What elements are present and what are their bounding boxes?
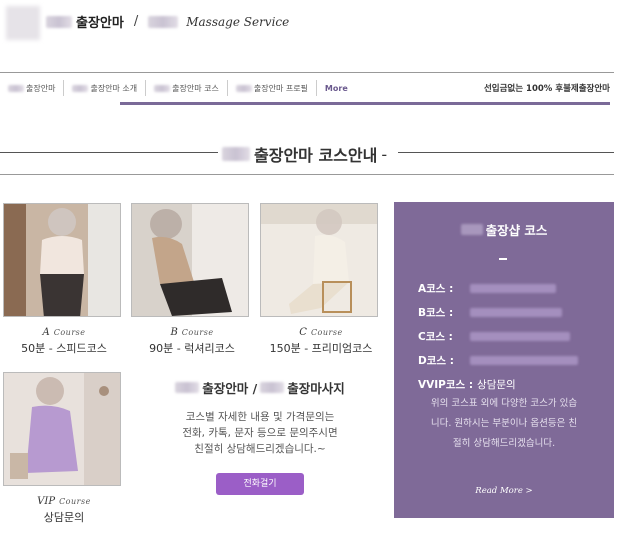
blurred-nav-prefix: [235, 84, 252, 92]
nav-item-label: 출장안마 프로필: [253, 83, 308, 93]
course-photo-c[interactable]: [260, 203, 378, 317]
panel-desc-line-3: 절히 상담해드리겠습니다.: [452, 438, 556, 449]
panel-price-list: A코스 : B코스 : C코스 : D코스 : VVIP코스 : 상담문의: [418, 276, 608, 396]
course-desc: 상담문의: [43, 511, 85, 524]
blurred-price: [470, 355, 578, 365]
course-photo-vip[interactable]: [3, 372, 121, 486]
price-label: C코스 :: [418, 330, 453, 343]
call-button[interactable]: 전화걸기: [216, 473, 304, 495]
course-desc: 150분 - 프리미엄코스: [269, 342, 373, 355]
section-title: 출장안마 코스안내 -: [222, 142, 387, 166]
course-desc: 90분 - 럭셔리코스: [149, 342, 235, 355]
brand-title: 출장안마 / Massage Service: [46, 12, 289, 31]
nav-item-home[interactable]: 출장안마: [0, 80, 65, 96]
panel-dash: [499, 258, 507, 260]
price-row-vvip: VVIP코스 : 상담문의: [418, 372, 608, 396]
read-more-link[interactable]: Read More >: [394, 486, 614, 496]
course-word: Course: [59, 497, 91, 506]
course-caption-vip: VIP Course 상담문의: [3, 489, 125, 525]
blurred-info-prefix: [175, 382, 200, 393]
contact-info: 출장안마 / 출장마사지 코스별 자세한 내용 및 가격문의는 전화, 카톡, …: [140, 378, 380, 495]
info-line-2: 전화, 카톡, 문자 등으로 문의주시면: [182, 427, 338, 439]
panel-title-text: 출장샵 코스: [485, 223, 548, 238]
price-row-b: B코스 :: [418, 300, 608, 324]
blurred-nav-prefix: [72, 84, 89, 92]
info-line-3: 친절히 상담해드리겠습니다.~: [194, 443, 326, 455]
price-row-c: C코스 :: [418, 324, 608, 348]
brand-slash: /: [133, 14, 139, 29]
course-word: Course: [53, 328, 86, 337]
blurred-title-prefix: [222, 147, 250, 161]
price-label: VVIP코스 :: [418, 378, 474, 391]
price-label: A코스 :: [418, 282, 454, 295]
course-photo-b[interactable]: [131, 203, 249, 317]
nav-item-intro[interactable]: 출장안마 소개: [64, 80, 147, 96]
blurred-price: [470, 283, 556, 293]
blurred-nav-prefix: [8, 84, 24, 92]
blurred-info-prefix-2: [260, 382, 285, 393]
course-card-c[interactable]: C Course 150분 - 프리미엄코스: [260, 203, 382, 356]
course-word: Course: [181, 328, 214, 337]
nav-item-label: 출장안마: [26, 83, 56, 93]
blurred-brand-prefix-2: [148, 15, 179, 28]
main-nav: 출장안마 출장안마 소개 출장안마 코스 출장안마 프로필 More 선입금없는…: [0, 74, 614, 102]
price-row-a: A코스 :: [418, 276, 608, 300]
nav-slogan: 선입금없는 100% 후불제출장안마: [483, 84, 610, 94]
price-row-d: D코스 :: [418, 348, 608, 372]
section-title-dash: -: [381, 144, 388, 164]
nav-item-label: 출장안마 코스: [172, 83, 219, 93]
blurred-price: [470, 331, 570, 341]
course-letter: B: [170, 327, 178, 338]
nav-top-divider: [0, 72, 614, 73]
panel-desc-line-2: 니다. 원하시는 부분이나 옵션등은 친: [430, 418, 578, 429]
blurred-brand-prefix: [46, 15, 72, 28]
course-desc: 50분 - 스피드코스: [21, 342, 107, 355]
nav-item-profile[interactable]: 출장안마 프로필: [228, 80, 317, 96]
blurred-price: [470, 307, 562, 317]
section-title-text: 출장안마 코스안내: [254, 146, 378, 165]
panel-title: 출장샵 코스: [394, 220, 614, 239]
panel-desc-line-1: 위의 코스표 외에 다양한 코스가 있습: [430, 398, 578, 409]
blurred-panel-prefix: [460, 224, 483, 235]
course-card-b[interactable]: B Course 90분 - 럭셔리코스: [131, 203, 253, 356]
course-caption-a: A Course 50분 - 스피드코스: [3, 320, 125, 356]
nav-item-label: 출장안마 소개: [90, 83, 138, 93]
course-letter: VIP: [37, 496, 56, 507]
course-photo-a[interactable]: [3, 203, 121, 317]
section-heading: 출장안마 코스안내 -: [0, 140, 614, 166]
course-letter: C: [299, 327, 307, 338]
section-divider: [0, 174, 614, 175]
course-caption-b: B Course 90분 - 럭셔리코스: [131, 320, 253, 356]
price-label: B코스 :: [418, 306, 454, 319]
info-title-part1: 출장안마 /: [202, 381, 258, 396]
panel-description: 위의 코스표 외에 다양한 코스가 있습 니다. 원하시는 부분이나 옵션등은 …: [404, 394, 604, 454]
heading-left-line: [0, 152, 218, 153]
brand-en-text: Massage Service: [186, 14, 290, 29]
info-line-1: 코스별 자세한 내용 및 가격문의는: [185, 411, 335, 423]
nav-active-underline: [120, 102, 610, 105]
course-word: Course: [310, 328, 343, 337]
blurred-nav-prefix: [154, 84, 171, 92]
info-title-part2: 출장마사지: [287, 381, 345, 396]
nav-item-course[interactable]: 출장안마 코스: [146, 80, 228, 96]
course-card-a[interactable]: A Course 50분 - 스피드코스: [3, 203, 125, 356]
site-header: 출장안마 / Massage Service: [0, 0, 640, 60]
brand-ko-text: 출장안마: [76, 16, 124, 31]
heading-right-line: [398, 152, 614, 153]
course-letter: A: [42, 327, 50, 338]
price-label: D코스 :: [418, 354, 454, 367]
nav-item-more[interactable]: More: [317, 80, 356, 96]
price-value: 상담문의: [477, 378, 516, 391]
info-title: 출장안마 / 출장마사지: [140, 378, 380, 397]
logo-image[interactable]: [6, 6, 40, 40]
course-caption-c: C Course 150분 - 프리미엄코스: [260, 320, 382, 356]
course-price-panel: 출장샵 코스 A코스 : B코스 : C코스 : D코스 : VVIP코스 : …: [394, 202, 614, 518]
course-card-vip[interactable]: VIP Course 상담문의: [3, 372, 125, 525]
info-body: 코스별 자세한 내용 및 가격문의는 전화, 카톡, 문자 등으로 문의주시면 …: [140, 409, 380, 457]
